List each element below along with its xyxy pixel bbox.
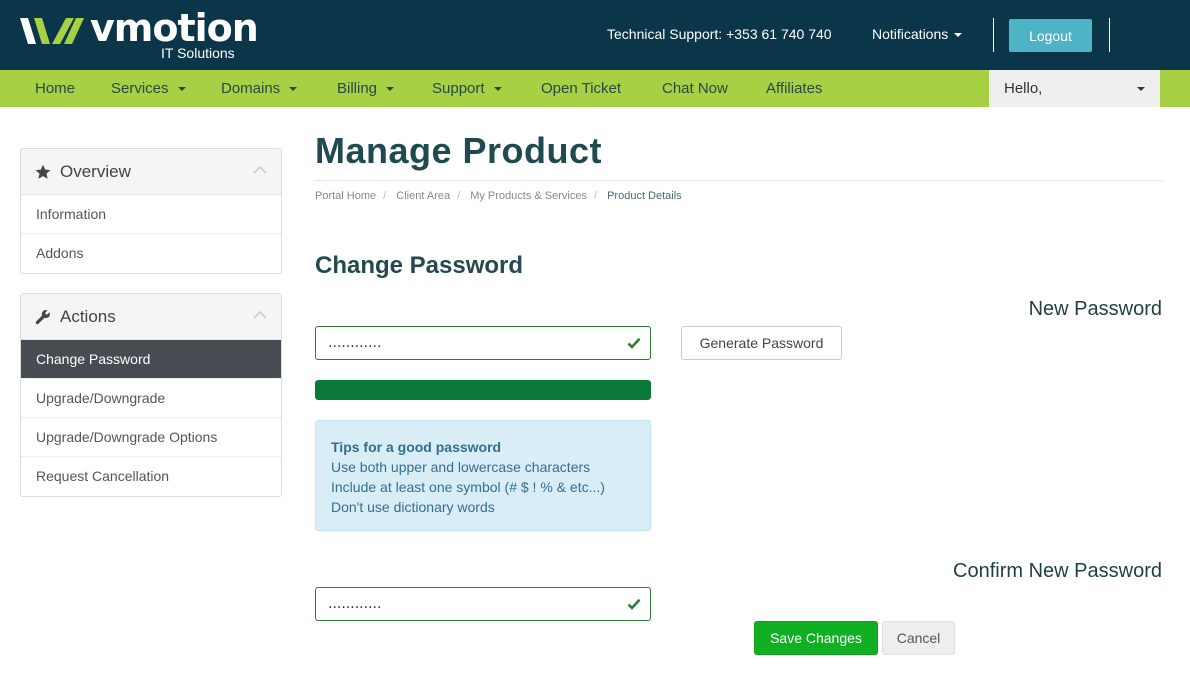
caret-down-icon [493,87,502,92]
nav-chat-now[interactable]: Chat Now [662,70,728,107]
overview-panel: Overview Information Addons [20,148,282,274]
tips-line: Use both upper and lowercase characters [331,459,591,475]
section-title: Change Password [315,252,524,279]
nav-label: Services [111,80,169,97]
nav-label: Domains [221,80,281,97]
password-tips-box: Tips for a good password Use both upper … [315,420,651,531]
breadcrumb-portal-home[interactable]: Portal Home [315,190,376,202]
logo-slashes-icon [20,18,84,44]
tips-line: Include at least one symbol (# $ ! % & e… [331,479,605,495]
breadcrumb-current: Product Details [607,190,682,202]
actions-panel: Actions Change Password Upgrade/Downgrad… [20,293,282,497]
notifications-label: Notifications [872,26,949,42]
nav-domains[interactable]: Domains [221,70,298,107]
vmotion-logo[interactable]: vmotion IT Solutions [20,8,260,62]
breadcrumb-my-products[interactable]: My Products & Services [470,190,587,202]
sidebar-item-request-cancellation[interactable]: Request Cancellation [21,457,281,496]
page-title: Manage Product [315,130,603,171]
wrench-icon [35,309,50,325]
sidebar-item-information[interactable]: Information [21,195,281,234]
caret-down-icon [386,87,395,92]
confirm-password-input[interactable] [315,587,651,621]
star-icon [35,164,51,179]
top-header: vmotion IT Solutions Technical Support: … [0,0,1190,70]
notifications-dropdown[interactable]: Notifications [872,26,963,42]
caret-down-icon [289,87,298,92]
nav-open-ticket[interactable]: Open Ticket [541,70,621,107]
breadcrumb-separator: / [457,190,461,202]
generate-password-button[interactable]: Generate Password [681,326,842,360]
technical-support-text: Technical Support: +353 61 740 740 [607,26,832,42]
nav-label: Home [35,80,76,97]
logo-word: vmotion [90,6,259,50]
check-icon [627,337,641,349]
overview-panel-header[interactable]: Overview [21,149,281,195]
breadcrumb-client-area[interactable]: Client Area [396,190,450,202]
sidebar-item-upgrade-downgrade[interactable]: Upgrade/Downgrade [21,379,281,418]
chevron-up-icon[interactable] [253,310,267,320]
caret-down-icon [954,33,963,38]
title-divider [315,180,1163,181]
password-strength-fill [315,380,651,400]
nav-label: Support [432,80,485,97]
hello-greeting: Hello, [1004,80,1043,97]
nav-services[interactable]: Services [111,70,186,107]
sidebar-item-change-password[interactable]: Change Password [21,340,281,379]
nav-home[interactable]: Home [35,70,75,107]
new-password-input[interactable] [315,326,651,360]
caret-down-icon [177,87,186,92]
nav-support[interactable]: Support [432,70,502,107]
confirm-password-label: Confirm New Password [953,560,1162,582]
account-dropdown[interactable]: Hello, [989,70,1160,107]
nav-label: Billing [337,80,378,97]
chevron-up-icon[interactable] [253,165,267,175]
tips-line: Don't use dictionary words [331,499,495,515]
header-divider [993,18,994,52]
logout-button[interactable]: Logout [1009,19,1092,52]
caret-down-icon [1137,87,1145,91]
actions-title: Actions [60,307,116,326]
breadcrumb-separator: / [593,190,598,202]
header-divider [1109,18,1110,52]
actions-panel-header[interactable]: Actions [21,294,281,340]
logo-subtitle: IT Solutions [161,45,235,61]
nav-affiliates[interactable]: Affiliates [766,70,822,107]
cancel-button[interactable]: Cancel [882,621,955,655]
nav-billing[interactable]: Billing [337,70,395,107]
breadcrumb: Portal Home / Client Area / My Products & … [315,190,682,202]
new-password-label: New Password [1028,298,1162,320]
sidebar-item-addons[interactable]: Addons [21,234,281,273]
overview-title: Overview [60,162,131,181]
sidebar-item-upgrade-downgrade-options[interactable]: Upgrade/Downgrade Options [21,418,281,457]
save-changes-button[interactable]: Save Changes [754,621,878,655]
nav-label: Chat Now [662,80,728,97]
tips-title: Tips for a good password [331,439,502,455]
nav-label: Open Ticket [541,80,622,97]
breadcrumb-separator: / [383,190,387,202]
check-icon [627,598,641,610]
nav-label: Affiliates [766,80,823,97]
password-strength-meter [315,380,651,400]
